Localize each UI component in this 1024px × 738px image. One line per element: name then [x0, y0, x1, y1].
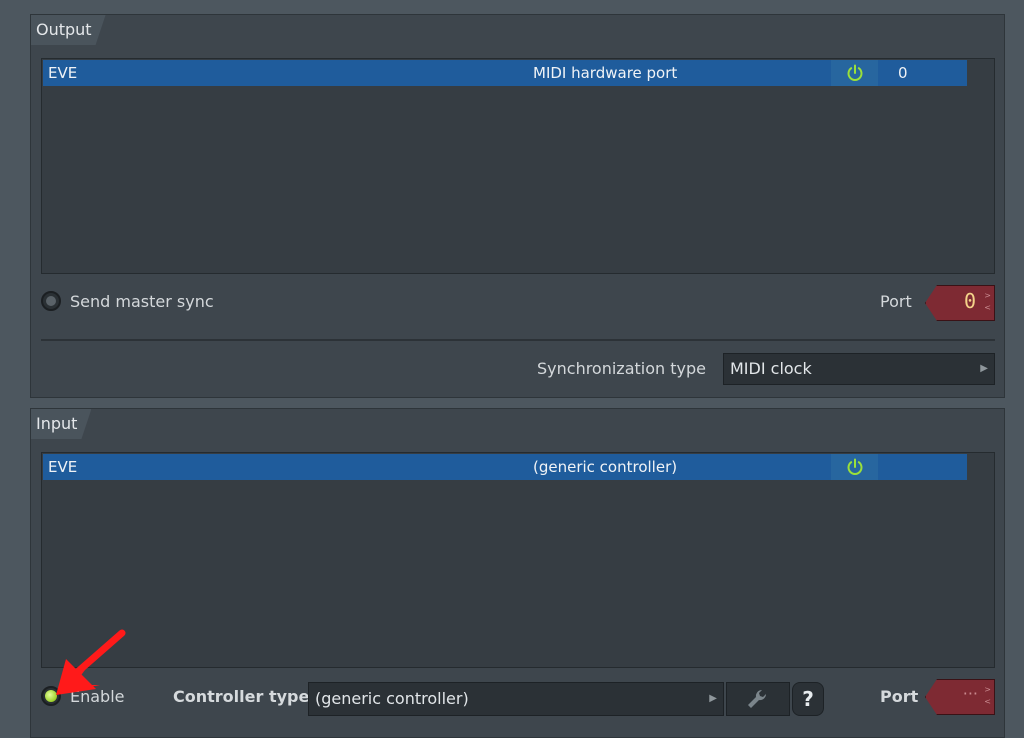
power-icon	[847, 458, 862, 475]
output-row-power-cell[interactable]	[831, 60, 878, 86]
stepper-arrows-icon: > <	[984, 685, 991, 706]
sync-type-dropdown[interactable]: MIDI clock ▶	[723, 353, 995, 385]
output-port-list[interactable]: EVE MIDI hardware port 0	[41, 58, 995, 274]
send-master-sync-toggle[interactable]	[41, 291, 61, 311]
sync-type-value: MIDI clock	[730, 359, 812, 378]
input-port-stepper[interactable]: ··· > <	[925, 679, 995, 715]
input-row-power-cell[interactable]	[831, 454, 878, 480]
sync-type-label: Synchronization type	[537, 359, 706, 378]
help-button[interactable]: ?	[792, 682, 824, 716]
controller-type-value: (generic controller)	[315, 689, 469, 708]
output-port-row[interactable]: EVE MIDI hardware port 0	[43, 60, 967, 86]
power-icon	[847, 64, 862, 81]
input-row-type: (generic controller)	[533, 458, 678, 476]
input-device-row[interactable]: EVE (generic controller)	[43, 454, 967, 480]
output-divider	[41, 339, 995, 341]
wrench-icon	[748, 689, 767, 708]
send-master-sync-label: Send master sync	[70, 292, 214, 311]
controller-type-label: Controller type	[173, 687, 310, 706]
stepper-arrows-icon: > <	[984, 291, 991, 312]
input-port-value: ···	[962, 684, 978, 703]
input-row-name: EVE	[48, 458, 78, 476]
input-device-list[interactable]: EVE (generic controller)	[41, 452, 995, 668]
controller-settings-button[interactable]	[726, 682, 790, 716]
help-label: ?	[802, 687, 814, 711]
input-panel: Input EVE (generic controller) Enable Co…	[30, 408, 1005, 738]
output-port-value: 0	[963, 289, 976, 313]
output-row-type: MIDI hardware port	[533, 64, 678, 82]
output-panel: Output EVE MIDI hardware port 0 Send mas…	[30, 14, 1005, 398]
input-port-label: Port	[880, 687, 919, 706]
output-row-name: EVE	[48, 64, 78, 82]
annotation-arrow-icon	[56, 629, 126, 695]
chevron-right-icon: ▶	[980, 363, 988, 374]
output-row-port: 0	[898, 64, 908, 82]
output-port-label: Port	[880, 292, 912, 311]
controller-type-dropdown[interactable]: (generic controller) ▶	[308, 682, 724, 716]
output-panel-title: Output	[31, 15, 106, 45]
input-panel-title: Input	[31, 409, 91, 439]
chevron-right-icon: ▶	[709, 693, 717, 704]
output-port-stepper[interactable]: 0 > <	[925, 285, 995, 321]
